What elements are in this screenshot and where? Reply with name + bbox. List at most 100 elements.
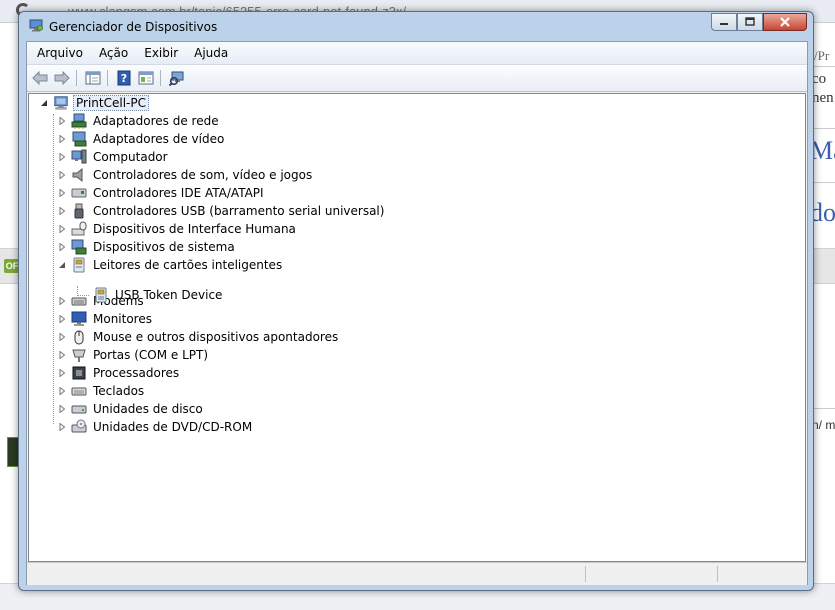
tree-category-12[interactable]: Portas (COM e LPT) xyxy=(57,346,210,364)
expand-arrow-icon[interactable] xyxy=(57,135,66,144)
dvd-drive-icon xyxy=(71,419,87,435)
system-device-icon xyxy=(71,239,87,255)
tree-category-label: Controladores USB (barramento serial uni… xyxy=(93,204,385,218)
tree-category-15[interactable]: Unidades de disco xyxy=(57,400,205,418)
menu-ajuda[interactable]: Ajuda xyxy=(186,42,236,64)
mouse-icon xyxy=(71,329,87,345)
minimize-icon xyxy=(720,23,728,25)
tree-category-label: Dispositivos de sistema xyxy=(93,240,235,254)
expand-arrow-icon[interactable] xyxy=(57,117,66,126)
expand-arrow-icon[interactable] xyxy=(57,297,66,306)
tree-guide-line xyxy=(53,114,54,424)
menu-exibir[interactable]: Exibir xyxy=(136,42,186,64)
background-text: co xyxy=(812,71,827,87)
background-divider xyxy=(812,128,835,129)
help-button[interactable]: ? xyxy=(115,69,133,87)
close-button[interactable] xyxy=(763,13,807,31)
computer-icon xyxy=(71,149,87,165)
tree-category-label: Portas (COM e LPT) xyxy=(93,348,209,362)
collapse-arrow-icon[interactable] xyxy=(39,99,48,108)
ide-controller-icon xyxy=(71,185,87,201)
modem-icon xyxy=(71,293,87,309)
scan-hardware-icon xyxy=(169,71,184,86)
expand-arrow-icon[interactable] xyxy=(57,189,66,198)
menu-arquivo[interactable]: Arquivo xyxy=(27,42,91,64)
background-divider xyxy=(812,408,835,409)
expand-arrow-icon[interactable] xyxy=(57,405,66,414)
status-bar-divider xyxy=(585,566,586,582)
expand-arrow-icon[interactable] xyxy=(57,315,66,324)
tree-child-label: USB Token Device xyxy=(115,288,223,302)
menu-acao[interactable]: Ação xyxy=(91,42,136,64)
expand-arrow-icon[interactable] xyxy=(57,225,66,234)
computer-icon xyxy=(53,95,69,111)
background-text: /Pr xyxy=(814,48,830,63)
minimize-button[interactable] xyxy=(711,13,737,31)
background-text: nen xyxy=(812,90,834,106)
status-bar-divider xyxy=(717,566,718,582)
toolbar: ? xyxy=(27,65,807,92)
forward-button[interactable] xyxy=(53,69,71,87)
tree-category-5[interactable]: Controladores USB (barramento serial uni… xyxy=(57,202,386,220)
tree-category-11[interactable]: Mouse e outros dispositivos apontadores xyxy=(57,328,340,346)
properties-pane-button[interactable] xyxy=(84,69,102,87)
tree-category-6[interactable]: Dispositivos de Interface Humana xyxy=(57,220,298,238)
expand-arrow-icon[interactable] xyxy=(57,351,66,360)
tree-category-3[interactable]: Controladores de som, vídeo e jogos xyxy=(57,166,314,184)
expand-arrow-icon[interactable] xyxy=(57,207,66,216)
properties-pane-icon xyxy=(85,71,101,85)
tree-category-label: Teclados xyxy=(93,384,145,398)
keyboard-icon xyxy=(71,383,87,399)
device-tree[interactable]: PrintCell-PC Adaptadores de rede Adaptado… xyxy=(28,93,806,562)
collapse-arrow-icon[interactable] xyxy=(57,261,66,270)
tree-category-14[interactable]: Teclados xyxy=(57,382,146,400)
toolbar-separator xyxy=(76,70,77,86)
expand-arrow-icon[interactable] xyxy=(57,333,66,342)
maximize-button[interactable] xyxy=(737,13,763,31)
tree-category-label: Dispositivos de Interface Humana xyxy=(93,222,296,236)
tree-category-label: Monitores xyxy=(93,312,152,326)
background-text: n/ me xyxy=(812,418,835,432)
tree-category-label: Controladores de som, vídeo e jogos xyxy=(93,168,313,182)
tree-category-13[interactable]: Processadores xyxy=(57,364,181,382)
window-client-area: Arquivo Ação Exibir Ajuda ? PrintCell-PC… xyxy=(26,41,808,585)
hid-icon xyxy=(71,221,87,237)
tree-category-0[interactable]: Adaptadores de rede xyxy=(57,112,221,130)
tree-child-usb-token[interactable]: USB Token Device xyxy=(93,286,224,304)
tree-category-label: Controladores IDE ATA/ATAPI xyxy=(93,186,264,200)
network-adapter-icon xyxy=(71,113,87,129)
tree-category-label: Leitores de cartões inteligentes xyxy=(93,258,283,272)
device-manager-icon xyxy=(29,19,43,32)
menu-bar: Arquivo Ação Exibir Ajuda xyxy=(27,42,807,65)
expand-arrow-icon[interactable] xyxy=(57,243,66,252)
processor-icon xyxy=(71,365,87,381)
tree-category-2[interactable]: Computador xyxy=(57,148,170,166)
expand-arrow-icon[interactable] xyxy=(57,423,66,432)
tree-category-label: Adaptadores de rede xyxy=(93,114,219,128)
expand-arrow-icon[interactable] xyxy=(57,171,66,180)
disk-drive-icon xyxy=(71,401,87,417)
tree-category-4[interactable]: Controladores IDE ATA/ATAPI xyxy=(57,184,266,202)
smart-card-device-icon xyxy=(93,287,109,303)
console-tree-icon xyxy=(138,71,154,85)
tree-category-8[interactable]: Leitores de cartões inteligentes xyxy=(57,256,284,274)
tree-category-16[interactable]: Unidades de DVD/CD-ROM xyxy=(57,418,254,436)
title-bar[interactable]: Gerenciador de Dispositivos xyxy=(19,12,813,40)
tree-category-label: Mouse e outros dispositivos apontadores xyxy=(93,330,339,344)
tree-category-label: Unidades de disco xyxy=(93,402,203,416)
tree-category-7[interactable]: Dispositivos de sistema xyxy=(57,238,237,256)
expand-arrow-icon[interactable] xyxy=(57,153,66,162)
back-button[interactable] xyxy=(31,69,49,87)
background-divider xyxy=(812,182,835,183)
scan-hardware-button[interactable] xyxy=(168,69,186,87)
usb-icon xyxy=(71,203,87,219)
port-icon xyxy=(71,347,87,363)
tree-category-1[interactable]: Adaptadores de vídeo xyxy=(57,130,226,148)
status-bar xyxy=(27,562,807,585)
expand-arrow-icon[interactable] xyxy=(57,369,66,378)
svg-text:?: ? xyxy=(121,72,127,85)
tree-root[interactable]: PrintCell-PC xyxy=(39,94,149,112)
console-tree-button[interactable] xyxy=(137,69,155,87)
expand-arrow-icon[interactable] xyxy=(57,387,66,396)
tree-category-10[interactable]: Monitores xyxy=(57,310,154,328)
